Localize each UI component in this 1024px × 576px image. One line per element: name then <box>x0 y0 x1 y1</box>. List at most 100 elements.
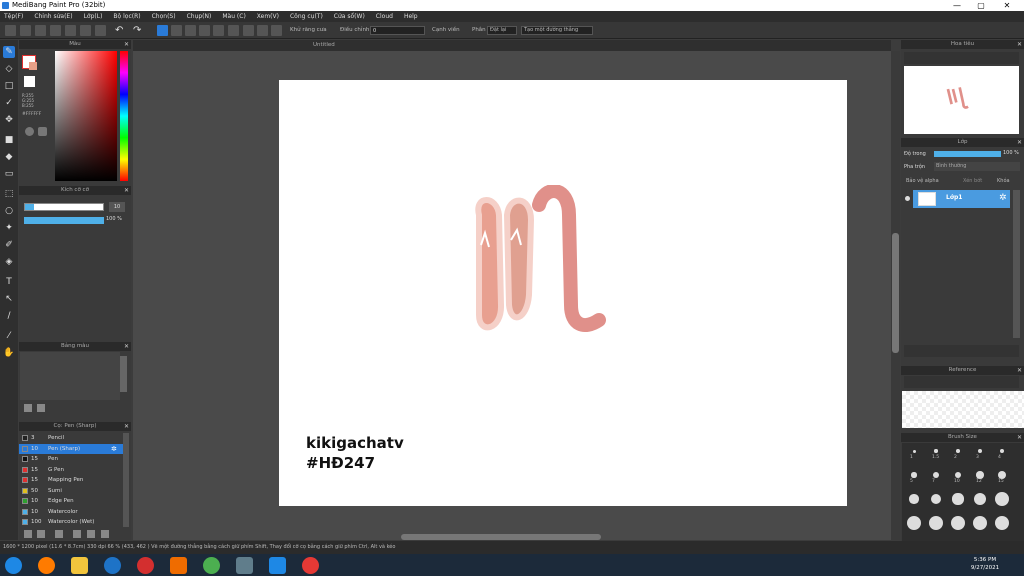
brush-size-option[interactable] <box>930 493 942 505</box>
pen-tool-icon[interactable]: ✎ <box>3 46 15 58</box>
gear-icon[interactable]: ✲ <box>999 193 1007 203</box>
eraser-tool-icon[interactable]: ◇ <box>3 63 15 75</box>
layer-list-scrollbar[interactable] <box>1013 190 1020 338</box>
drawing-canvas[interactable]: kikigachatv #HĐ247 <box>279 80 847 506</box>
brush-item[interactable]: 3 Pencil <box>19 433 123 443</box>
brush-size-option[interactable] <box>973 516 987 530</box>
layer-visibility-icon[interactable] <box>905 196 910 201</box>
brush-item[interactable]: 15 G Pen <box>19 465 123 475</box>
menu-file[interactable]: Tệp(F) <box>4 11 23 22</box>
chat-icon[interactable] <box>35 25 46 36</box>
minimize-button[interactable]: — <box>946 0 968 11</box>
brush-menu-icon[interactable] <box>55 530 63 538</box>
close-icon[interactable]: ✕ <box>124 422 129 431</box>
brush-size-option[interactable] <box>954 471 962 479</box>
file-explorer-icon[interactable] <box>71 557 88 574</box>
brush-item[interactable]: 15 Mapping Pen <box>19 475 123 485</box>
gradient-tool-icon[interactable]: ▭ <box>3 168 15 180</box>
media-player-icon[interactable] <box>170 557 187 574</box>
brush-size-option[interactable] <box>973 492 987 506</box>
close-icon[interactable]: ✕ <box>1017 366 1022 375</box>
close-icon[interactable]: ✕ <box>1017 433 1022 442</box>
brush-size-option[interactable] <box>951 516 965 530</box>
palette-scrollbar[interactable] <box>120 356 127 392</box>
brush-item[interactable]: 10 Edge Pen <box>19 496 123 506</box>
brush-list-scrollbar[interactable] <box>123 433 129 527</box>
brush-size-option[interactable] <box>952 493 964 505</box>
select-tool-icon[interactable]: ⬚ <box>3 188 15 200</box>
grid-icon[interactable] <box>80 25 91 36</box>
menu-cloud[interactable]: Cloud <box>376 11 393 22</box>
document-tab[interactable]: Untitled <box>313 40 335 51</box>
create-line-button[interactable]: Tạo một đường thẳng <box>521 26 593 35</box>
brush-item[interactable]: 50 Sumi <box>19 486 123 496</box>
layer-opacity-slider[interactable] <box>934 151 1001 157</box>
brush-copy-icon[interactable] <box>101 530 109 538</box>
brush-size-option[interactable] <box>997 470 1007 480</box>
hue-slider[interactable] <box>120 51 128 181</box>
reference-area[interactable] <box>902 391 1024 428</box>
add-brush-icon[interactable] <box>24 530 32 538</box>
close-icon[interactable]: ✕ <box>124 342 129 351</box>
hand-tool-icon[interactable]: ✋ <box>3 347 15 359</box>
blend-mode-select[interactable]: Bình thường <box>934 162 1020 171</box>
zalo-icon[interactable] <box>269 557 286 574</box>
close-icon[interactable]: ✕ <box>1017 138 1022 147</box>
brush-size-option[interactable] <box>934 449 938 453</box>
ellipse-snap-icon[interactable] <box>257 25 268 36</box>
lasso-tool-icon[interactable]: ○ <box>3 205 15 217</box>
close-icon[interactable]: ✕ <box>124 186 129 195</box>
close-icon[interactable]: ✕ <box>124 40 129 49</box>
radial-snap-icon[interactable] <box>213 25 224 36</box>
menu-window[interactable]: Cửa sổ(W) <box>334 11 365 22</box>
curve-snap-icon[interactable] <box>243 25 254 36</box>
firefox-icon[interactable] <box>38 557 55 574</box>
brush-folder-icon[interactable] <box>87 530 95 538</box>
lock-checkbox[interactable]: Khóa <box>997 178 1010 184</box>
menu-edit[interactable]: Chỉnh sửa(E) <box>34 11 72 22</box>
circle-snap-icon[interactable] <box>228 25 239 36</box>
menu-select[interactable]: Chọn(S) <box>152 11 176 22</box>
select-pen-icon[interactable]: ✓ <box>3 97 15 109</box>
close-window-button[interactable]: ✕ <box>996 0 1018 11</box>
antialias-label[interactable]: Khử răng cưa <box>290 26 327 35</box>
undo-icon[interactable]: ↶ <box>115 25 126 36</box>
brush-size-slider[interactable] <box>24 203 104 211</box>
move-tool-icon[interactable]: ✥ <box>3 114 15 126</box>
system-clock[interactable]: 5:36 PM 9/27/2021 <box>955 556 1015 572</box>
redo-icon[interactable]: ↷ <box>133 25 144 36</box>
horizontal-scrollbar[interactable] <box>401 534 601 540</box>
brush-settings-icon[interactable] <box>37 530 45 538</box>
edge-label[interactable]: Cạnh viền <box>432 26 460 35</box>
brush-size-option[interactable] <box>976 471 984 479</box>
cloud-icon[interactable] <box>20 25 31 36</box>
menu-color[interactable]: Màu (C) <box>222 11 245 22</box>
brush-import-icon[interactable] <box>73 530 81 538</box>
reset-snap-button[interactable]: Đặt lại <box>487 26 517 35</box>
shape-tool-icon[interactable]: □ <box>3 80 15 92</box>
menu-layer[interactable]: Lớp(L) <box>84 11 103 22</box>
save-icon[interactable] <box>95 25 106 36</box>
brush-size-option[interactable] <box>995 516 1009 530</box>
message-icon[interactable] <box>50 25 61 36</box>
brush-item[interactable]: 10 Pen (Sharp) ✲ <box>19 443 123 454</box>
brush-size-option[interactable] <box>995 492 1009 506</box>
brush-size-option[interactable] <box>933 472 939 478</box>
menu-filter[interactable]: Bộ lọc(R) <box>113 11 140 22</box>
vertical-scrollbar[interactable] <box>892 233 899 353</box>
parallel-snap-icon[interactable] <box>171 25 182 36</box>
select-pen-tool-icon[interactable]: ✐ <box>3 239 15 251</box>
fill-rect-icon[interactable]: ■ <box>3 134 15 146</box>
palette-area[interactable] <box>20 352 120 400</box>
brush-size-option[interactable] <box>999 448 1005 454</box>
clipping-checkbox[interactable]: Xén bớt <box>963 178 982 184</box>
brush-size-option[interactable] <box>977 448 983 454</box>
close-icon[interactable]: ✕ <box>1017 40 1022 49</box>
add-palette-icon[interactable] <box>24 404 32 412</box>
text-tool-icon[interactable]: T <box>3 276 15 288</box>
app-icon-green[interactable] <box>203 557 220 574</box>
select-eraser-icon[interactable]: ◈ <box>3 256 15 268</box>
menu-snap[interactable]: Chụp(N) <box>187 11 212 22</box>
protect-alpha-checkbox[interactable]: Bảo vệ alpha <box>906 178 939 184</box>
operation-tool-icon[interactable]: ↖ <box>3 293 15 305</box>
